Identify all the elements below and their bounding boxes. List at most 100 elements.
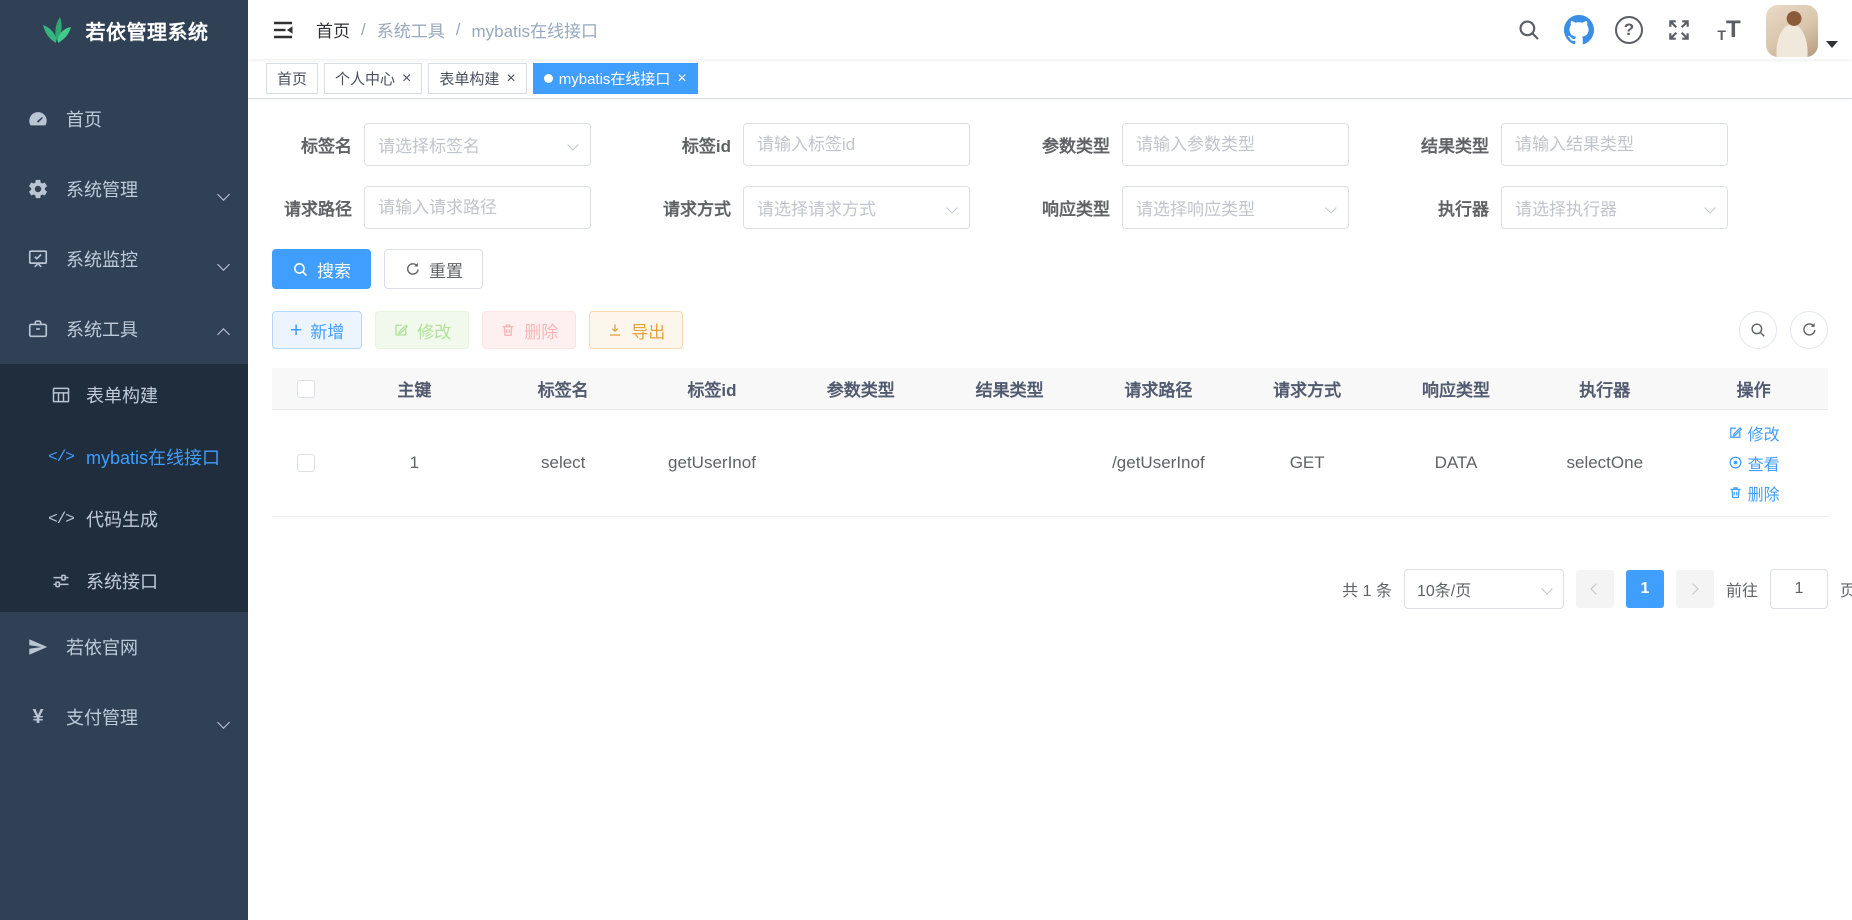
tag-name-select[interactable]: 请选择标签名 xyxy=(364,123,591,166)
row-delete-link[interactable]: 删除 xyxy=(1728,481,1780,505)
chevron-down-icon xyxy=(219,253,228,274)
export-button[interactable]: 导出 xyxy=(589,311,683,349)
tab-profile[interactable]: 个人中心 × xyxy=(324,63,422,94)
sidebar: 若依管理系统 首页 系统管理 系统监控 xyxy=(0,0,248,920)
sidebar-item-mybatis-api[interactable]: </> mybatis在线接口 xyxy=(0,426,248,488)
search-button[interactable]: 搜索 xyxy=(272,249,371,289)
sidebar-collapse-button[interactable] xyxy=(266,13,300,47)
download-icon xyxy=(607,322,623,338)
chevron-down-icon xyxy=(948,199,956,217)
close-icon[interactable]: × xyxy=(677,70,686,88)
select-all-checkbox[interactable] xyxy=(297,380,315,398)
edit-button[interactable]: 修改 xyxy=(375,311,469,349)
toolbox-icon xyxy=(26,317,50,341)
reset-button[interactable]: 重置 xyxy=(384,249,483,289)
sidebar-item-system-monitor[interactable]: 系统监控 xyxy=(0,224,248,294)
form-item-tag-name: 标签名 请选择标签名 xyxy=(272,123,591,166)
help-icon[interactable]: ? xyxy=(1610,8,1648,52)
request-method-select[interactable]: 请选择请求方式 xyxy=(743,186,970,229)
cell-request-path: /getUserInof xyxy=(1084,409,1233,516)
tab-label: 首页 xyxy=(277,68,307,89)
row-edit-link[interactable]: 修改 xyxy=(1728,421,1780,445)
user-menu[interactable] xyxy=(1766,3,1838,57)
app-title: 若依管理系统 xyxy=(86,16,209,45)
breadcrumb-home[interactable]: 首页 xyxy=(316,17,350,42)
breadcrumb: 首页 / 系统工具 / mybatis在线接口 xyxy=(316,17,598,42)
sidebar-item-label: 系统工具 xyxy=(66,316,138,342)
cell-request-method: GET xyxy=(1233,409,1382,516)
request-path-input[interactable] xyxy=(378,198,577,218)
page-content: 标签名 请选择标签名 标签id 参数类型 xyxy=(248,99,1852,633)
table-header-row: 主键 标签名 标签id 参数类型 结果类型 请求路径 请求方式 响应类型 执行器… xyxy=(272,368,1828,409)
form-item-request-path: 请求路径 xyxy=(272,186,591,229)
tag-id-field[interactable] xyxy=(743,123,970,166)
tab-home[interactable]: 首页 xyxy=(266,63,318,94)
reset-button-label: 重置 xyxy=(429,257,463,282)
avatar[interactable] xyxy=(1766,5,1818,57)
param-type-input[interactable] xyxy=(1136,135,1335,155)
trash-icon xyxy=(500,322,516,338)
dashboard-icon xyxy=(26,107,50,131)
form-item-param-type: 参数类型 xyxy=(1030,123,1349,166)
tab-form-builder[interactable]: 表单构建 × xyxy=(428,63,526,94)
row-view-label: 查看 xyxy=(1748,451,1780,475)
font-size-icon[interactable]: TT xyxy=(1710,8,1748,52)
code-icon: </> xyxy=(50,445,72,469)
sidebar-item-code-gen[interactable]: </> 代码生成 xyxy=(0,488,248,550)
logo[interactable]: 若依管理系统 xyxy=(0,0,248,60)
yen-icon: ¥ xyxy=(26,705,50,729)
page-size-select[interactable]: 10条/页 xyxy=(1404,569,1564,609)
row-actions: 修改 查看 删除 xyxy=(1679,421,1828,505)
goto-label: 前往 xyxy=(1726,577,1758,601)
search-form-row-1: 标签名 请选择标签名 标签id 参数类型 xyxy=(272,123,1828,166)
row-edit-label: 修改 xyxy=(1748,421,1780,445)
param-type-field[interactable] xyxy=(1122,123,1349,166)
header-search-icon[interactable] xyxy=(1510,8,1548,52)
field-label: 标签id xyxy=(651,132,731,157)
executor-select[interactable]: 请选择执行器 xyxy=(1501,186,1728,229)
column-header: 主键 xyxy=(340,368,489,409)
row-checkbox[interactable] xyxy=(297,454,315,472)
tab-mybatis-api[interactable]: mybatis在线接口 × xyxy=(533,63,698,94)
column-header: 响应类型 xyxy=(1382,368,1531,409)
caret-down-icon xyxy=(1826,41,1838,48)
row-view-link[interactable]: 查看 xyxy=(1728,451,1780,475)
select-placeholder: 请选择请求方式 xyxy=(757,195,942,220)
sidebar-item-home[interactable]: 首页 xyxy=(0,84,248,154)
paper-plane-icon xyxy=(26,635,50,659)
prev-page-button[interactable] xyxy=(1576,570,1614,608)
sidebar-item-system-manage[interactable]: 系统管理 xyxy=(0,154,248,224)
next-page-button[interactable] xyxy=(1676,570,1714,608)
close-icon[interactable]: × xyxy=(506,70,515,88)
column-header: 结果类型 xyxy=(935,368,1084,409)
result-type-input[interactable] xyxy=(1515,135,1714,155)
column-header: 参数类型 xyxy=(786,368,935,409)
show-search-toggle-button[interactable] xyxy=(1739,311,1777,349)
close-icon[interactable]: × xyxy=(402,70,411,88)
code-icon: </> xyxy=(50,507,72,531)
table-row[interactable]: 1 select getUserInof /getUserInof GET DA… xyxy=(272,409,1828,516)
column-header: 操作 xyxy=(1679,368,1828,409)
response-type-select[interactable]: 请选择响应类型 xyxy=(1122,186,1349,229)
breadcrumb-separator: / xyxy=(361,20,366,40)
goto-page-input[interactable] xyxy=(1770,569,1828,609)
sidebar-item-payment-manage[interactable]: ¥ 支付管理 xyxy=(0,682,248,752)
request-path-field[interactable] xyxy=(364,186,591,229)
sidebar-item-system-tools[interactable]: 系统工具 xyxy=(0,294,248,364)
sidebar-item-form-builder[interactable]: 表单构建 xyxy=(0,364,248,426)
column-header: 请求路径 xyxy=(1084,368,1233,409)
fullscreen-icon[interactable] xyxy=(1660,8,1698,52)
tag-id-input[interactable] xyxy=(757,135,956,155)
sidebar-item-official-site[interactable]: 若依官网 xyxy=(0,612,248,682)
delete-button[interactable]: 删除 xyxy=(482,311,576,349)
sidebar-submenu-tools: 表单构建 </> mybatis在线接口 </> 代码生成 系统接口 xyxy=(0,364,248,612)
form-item-tag-id: 标签id xyxy=(651,123,970,166)
add-button[interactable]: + 新增 xyxy=(272,311,362,349)
refresh-table-button[interactable] xyxy=(1790,311,1828,349)
sidebar-item-system-api[interactable]: 系统接口 xyxy=(0,550,248,612)
sidebar-item-label: 表单构建 xyxy=(86,382,158,408)
current-page-button[interactable]: 1 xyxy=(1626,570,1664,608)
data-table: 主键 标签名 标签id 参数类型 结果类型 请求路径 请求方式 响应类型 执行器… xyxy=(272,368,1828,517)
github-icon[interactable] xyxy=(1560,8,1598,52)
result-type-field[interactable] xyxy=(1501,123,1728,166)
